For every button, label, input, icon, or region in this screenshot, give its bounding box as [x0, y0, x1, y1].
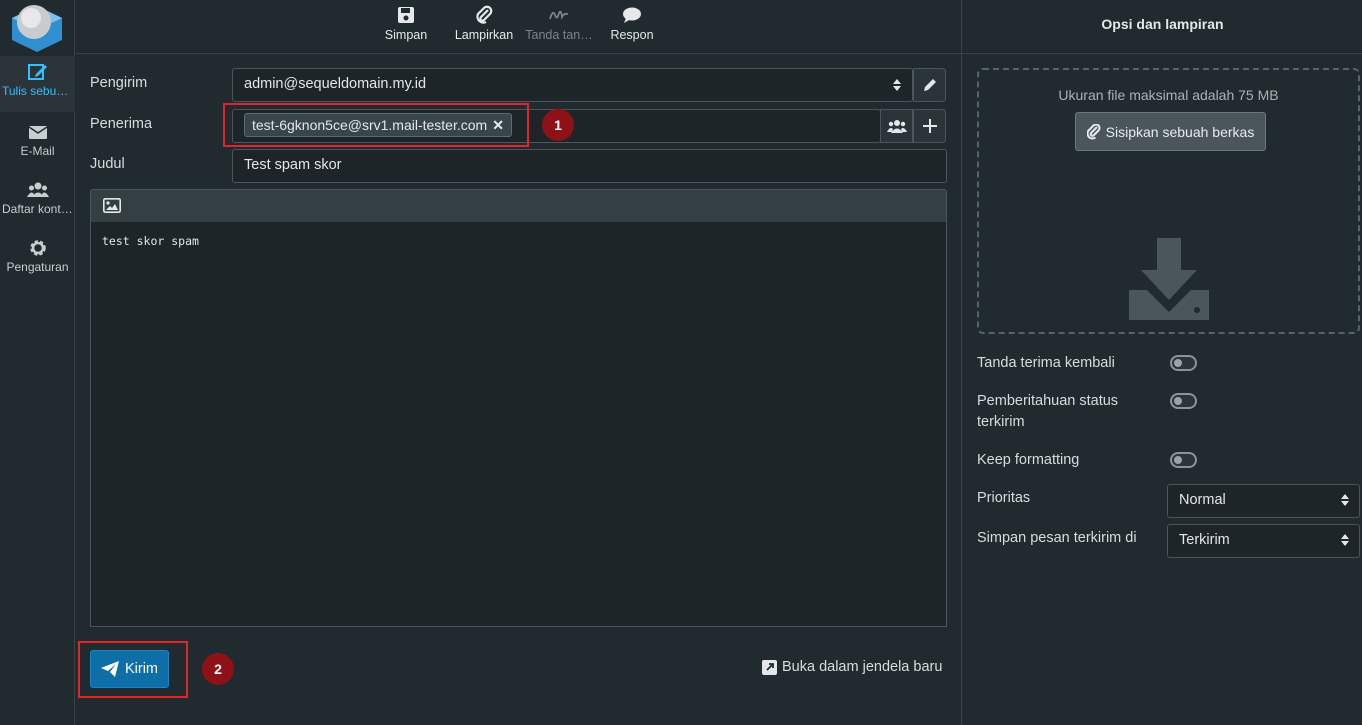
nav-email[interactable]: E-Mail	[0, 116, 75, 172]
from-select[interactable]: admin@sequeldomain.my.id	[232, 68, 913, 102]
from-value: admin@sequeldomain.my.id	[244, 76, 427, 92]
keep-formatting-toggle[interactable]	[1170, 452, 1197, 468]
highlight-send	[78, 641, 188, 698]
save-sent-value: Terkirim	[1179, 532, 1230, 548]
priority-select[interactable]: Normal	[1167, 484, 1360, 518]
message-body-text: test skor spam	[102, 234, 199, 248]
return-receipt-label: Tanda terima kembali	[977, 355, 1115, 371]
signature-label: Tanda tan…	[525, 28, 593, 42]
attachment-dropzone[interactable]: Ukuran file maksimal adalah 75 MB Sisipk…	[977, 68, 1360, 334]
select-arrows-icon	[1341, 494, 1349, 506]
priority-value: Normal	[1179, 492, 1226, 508]
download-icon	[1129, 238, 1209, 320]
select-arrows-icon	[1341, 534, 1349, 546]
attach-file-label: Sisipkan sebuah berkas	[1105, 123, 1255, 140]
save-button[interactable]: Simpan	[379, 0, 433, 54]
nav-settings-label: Pengaturan	[6, 260, 69, 274]
app-logo	[12, 5, 62, 52]
save-sent-select[interactable]: Terkirim	[1167, 524, 1360, 558]
from-label: Pengirim	[90, 75, 148, 91]
responses-button[interactable]: Respon	[606, 0, 658, 54]
keep-formatting-label: Keep formatting	[977, 452, 1080, 468]
dsn-label: Pemberitahuan status terkirim	[977, 393, 1119, 430]
nav-compose-label: Tulis sebuah pesan	[2, 84, 75, 98]
contacts-icon	[26, 182, 49, 197]
image-icon[interactable]	[103, 198, 121, 213]
attach-toolbar-button[interactable]: Lampirkan	[452, 0, 516, 54]
contacts-icon	[886, 120, 907, 133]
pencil-icon	[923, 79, 936, 91]
floppy-icon	[398, 7, 414, 23]
highlight-recipient	[223, 103, 529, 147]
step-marker-1: 1	[542, 109, 574, 141]
nav-contacts-label: Daftar kontak	[2, 202, 74, 216]
gear-icon	[29, 240, 46, 256]
select-arrows-icon	[893, 79, 901, 91]
nav-contacts[interactable]: Daftar kontak	[0, 174, 75, 230]
step-marker-2: 2	[202, 653, 234, 685]
options-panel: Opsi dan lampiran Ukuran file maksimal a…	[961, 0, 1362, 725]
editor-toolbar	[90, 189, 947, 223]
signature-icon	[549, 10, 569, 21]
attach-file-button[interactable]: Sisipkan sebuah berkas	[1075, 112, 1266, 151]
save-sent-label: Simpan pesan terkirim di	[977, 530, 1137, 546]
compose-icon	[27, 64, 47, 80]
comment-icon	[623, 7, 641, 23]
attach-label: Lampirkan	[454, 28, 514, 42]
external-window-icon	[762, 659, 777, 675]
paperclip-icon	[476, 5, 493, 24]
nav-settings[interactable]: Pengaturan	[0, 232, 75, 288]
open-new-window-label: Buka dalam jendela baru	[782, 659, 943, 675]
subject-input[interactable]: Test spam skor	[232, 149, 947, 183]
subject-value: Test spam skor	[244, 157, 342, 173]
save-label: Simpan	[384, 28, 428, 42]
edit-identity-button[interactable]	[913, 68, 946, 102]
compose-toolbar: Simpan Lampirkan Tanda tan… Respon	[76, 0, 961, 54]
paperclip-icon	[1086, 123, 1101, 139]
plus-icon	[922, 119, 937, 133]
signature-button[interactable]: Tanda tan…	[524, 0, 594, 54]
main-nav: Tulis sebuah pesan E-Mail Daftar kontak …	[0, 0, 75, 725]
panel-title: Opsi dan lampiran	[962, 0, 1362, 54]
max-size-text: Ukuran file maksimal adalah 75 MB	[1058, 87, 1279, 103]
nav-compose[interactable]: Tulis sebuah pesan	[0, 56, 75, 112]
dsn-toggle[interactable]	[1170, 393, 1197, 409]
nav-email-label: E-Mail	[20, 144, 55, 158]
add-contact-button[interactable]	[880, 109, 913, 143]
envelope-icon	[28, 126, 47, 139]
to-label: Penerima	[90, 116, 153, 132]
open-new-window-link[interactable]: Buka dalam jendela baru	[762, 659, 942, 675]
responses-label: Respon	[610, 28, 654, 42]
return-receipt-toggle[interactable]	[1170, 355, 1197, 371]
subject-label: Judul	[90, 156, 125, 172]
message-body[interactable]: test skor spam	[90, 222, 947, 627]
priority-label: Prioritas	[977, 490, 1031, 506]
add-header-button[interactable]	[913, 109, 946, 143]
